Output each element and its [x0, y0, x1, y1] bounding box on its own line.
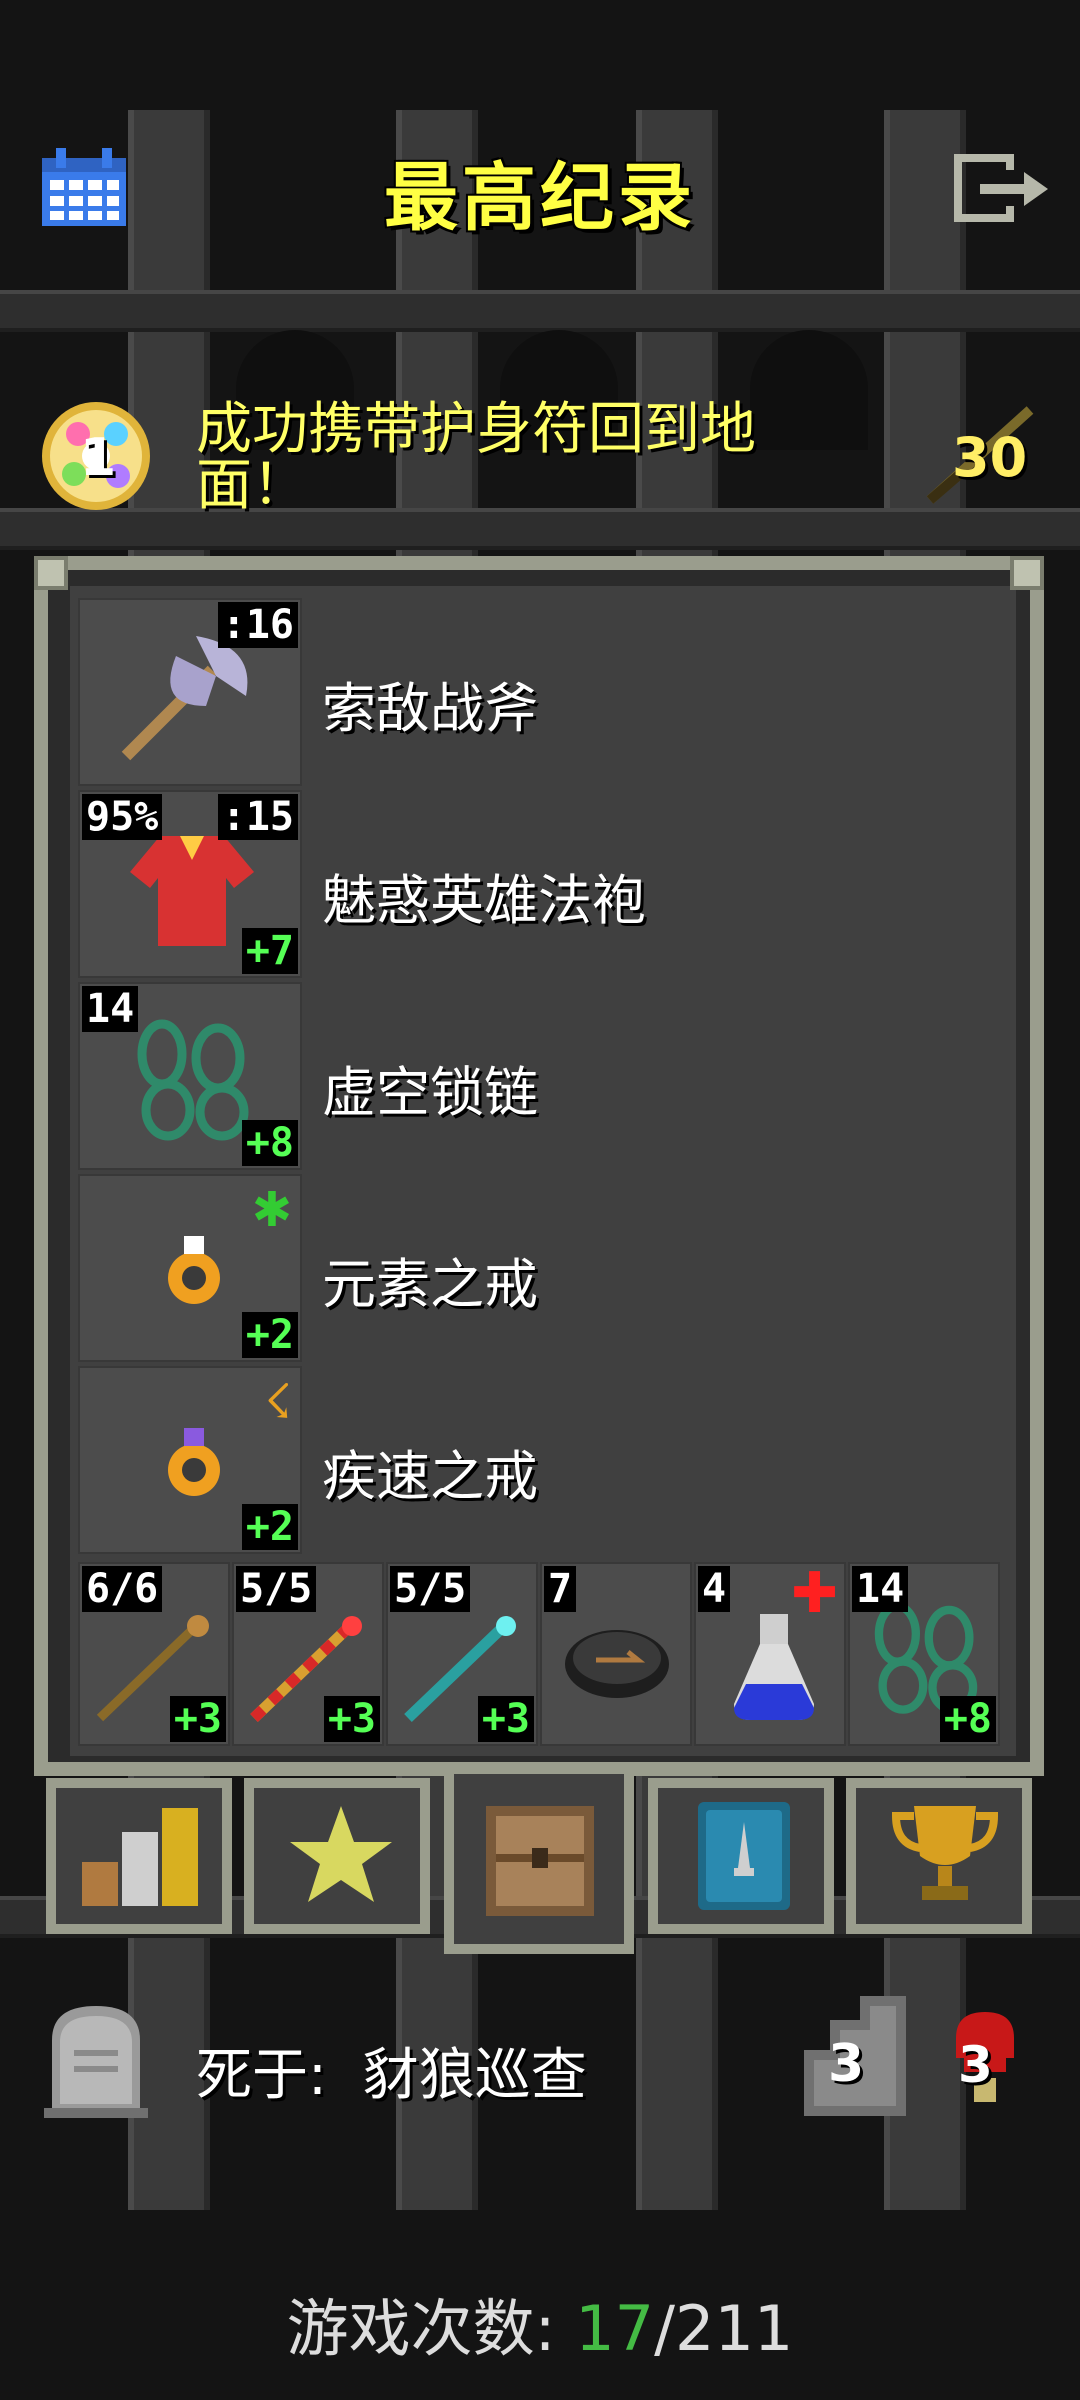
- stone-icon: [565, 1630, 669, 1698]
- upgrade-badge: +3: [323, 1696, 380, 1742]
- quantity-badge: 14: [852, 1566, 909, 1612]
- tombstone-icon: [44, 2006, 148, 2118]
- kills-value: 3: [958, 2036, 993, 2094]
- item-slot-chain[interactable]: 14 +8: [78, 982, 302, 1170]
- item-upgrade-badge: +2: [241, 1504, 298, 1550]
- healing-cross-icon: ✚: [791, 1561, 838, 1626]
- quickslot-4[interactable]: 7: [540, 1562, 692, 1746]
- quickslot-2[interactable]: 5/5 +3: [232, 1562, 384, 1746]
- charges-badge: 6/6: [82, 1566, 163, 1612]
- item-slot-battle-axe[interactable]: :16: [78, 598, 302, 786]
- item-slot-ring-element[interactable]: ✱ +2: [78, 1174, 302, 1362]
- item-slot-ring-haste[interactable]: ☇ +2: [78, 1366, 302, 1554]
- item-upgrade-badge: +2: [241, 1312, 298, 1358]
- window-corner: [1010, 556, 1044, 590]
- robe-icon: [130, 836, 254, 946]
- tab-badges[interactable]: [244, 1778, 430, 1934]
- amulet-count: 1: [80, 428, 117, 488]
- quickslot-5[interactable]: 4 ✚: [694, 1562, 846, 1746]
- item-name-ring-element[interactable]: 元素之戒: [322, 1240, 538, 1319]
- upgrade-badge: +3: [477, 1696, 534, 1742]
- quantity-badge: 4: [698, 1566, 731, 1612]
- quickslot-3[interactable]: 5/5 +3: [386, 1562, 538, 1746]
- charges-badge: 5/5: [236, 1566, 317, 1612]
- item-charge-badge: :16: [217, 602, 298, 648]
- exit-icon[interactable]: [950, 150, 1052, 226]
- item-name-robe[interactable]: 魅惑英雄法袍: [322, 856, 646, 935]
- backpack-icon: [486, 1806, 594, 1916]
- page-title: 最高纪录: [384, 155, 696, 241]
- item-durability-badge: 95%: [82, 794, 163, 840]
- games-current: 17: [575, 2292, 655, 2365]
- upgrade-badge: +3: [169, 1696, 226, 1742]
- tab-stats[interactable]: [46, 1778, 232, 1934]
- record-description: 成功携带护身符回到地面！: [196, 397, 756, 518]
- tab-inventory[interactable]: [444, 1764, 634, 1954]
- trophy-icon: [891, 1806, 999, 1900]
- ring-haste-icon: [168, 1428, 220, 1496]
- death-cause-name: 豺狼巡查: [362, 2043, 587, 2108]
- upgrade-badge: +8: [939, 1696, 996, 1742]
- ring-element-icon: [168, 1236, 220, 1304]
- item-quantity-badge: 14: [82, 986, 139, 1032]
- chain-icon: [137, 1019, 249, 1141]
- stats-icon: [82, 1808, 198, 1906]
- record-level: 30: [952, 426, 1028, 489]
- item-upgrade-badge: +7: [241, 928, 298, 974]
- games-label: 游戏次数:: [286, 2292, 556, 2365]
- haste-symbol-icon: ☇: [264, 1374, 293, 1430]
- tab-catalog[interactable]: [648, 1778, 834, 1934]
- item-slot-robe[interactable]: 95% :15 +7: [78, 790, 302, 978]
- item-charge-badge: :15: [217, 794, 298, 840]
- element-symbol-icon: ✱: [251, 1182, 292, 1238]
- death-label: 死于:: [196, 2043, 327, 2108]
- depth-value: 3: [828, 2034, 865, 2094]
- window-corner: [34, 556, 68, 590]
- star-icon: [290, 1806, 392, 1902]
- item-name-chain[interactable]: 虚空锁链: [322, 1048, 538, 1127]
- death-cause: 死于: 豺狼巡查: [196, 2030, 587, 2111]
- games-total: /211: [654, 2292, 794, 2365]
- item-name-battle-axe[interactable]: 索敌战斧: [322, 664, 538, 743]
- quantity-badge: 7: [544, 1566, 577, 1612]
- charges-badge: 5/5: [390, 1566, 471, 1612]
- potion-healing-icon: [734, 1614, 814, 1720]
- tab-rankings[interactable]: [846, 1778, 1032, 1934]
- item-name-ring-haste[interactable]: 疾速之戒: [322, 1432, 538, 1511]
- quickslot-1[interactable]: 6/6 +3: [78, 1562, 230, 1746]
- games-played: 游戏次数: 17/211: [0, 2278, 1080, 2368]
- quickslot-6[interactable]: 14 +8: [848, 1562, 1000, 1746]
- badge-icon: [698, 1802, 790, 1910]
- item-upgrade-badge: +8: [241, 1120, 298, 1166]
